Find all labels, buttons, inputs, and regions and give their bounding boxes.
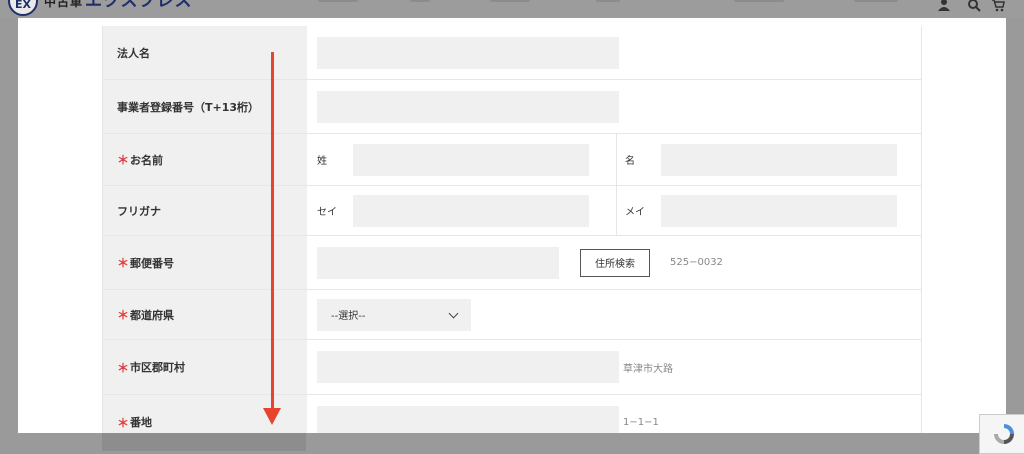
form-row-postal-code: ＊郵便番号 住所検索 525−0032 xyxy=(103,236,921,290)
first-name-kana-input[interactable] xyxy=(661,194,897,227)
last-name-kana-label: セイ xyxy=(317,207,337,218)
postal-code-input[interactable] xyxy=(317,246,559,279)
street-hint: 1−1−1 xyxy=(623,416,659,428)
required-mark: ＊ xyxy=(117,360,130,375)
first-name-kana-label: メイ xyxy=(625,207,645,218)
first-name-label: 名 xyxy=(625,156,635,167)
field-label: フリガナ xyxy=(103,186,307,235)
form-row-prefecture: ＊都道府県 --選択-- xyxy=(103,290,921,340)
logo[interactable]: 中古車 エクスプレス xyxy=(44,0,193,10)
company-name-input[interactable] xyxy=(317,36,619,69)
last-name-input[interactable] xyxy=(353,143,589,176)
column-divider xyxy=(616,186,617,235)
city-hint: 草津市大路 xyxy=(623,363,673,375)
nav-item[interactable] xyxy=(734,0,784,2)
nav-item[interactable] xyxy=(490,0,530,2)
prefecture-select-value: --選択-- xyxy=(331,311,366,322)
last-name-label: 姓 xyxy=(317,156,327,167)
last-name-kana-input[interactable] xyxy=(353,194,589,227)
postal-code-hint: 525−0032 xyxy=(670,257,723,268)
cart-icon[interactable] xyxy=(990,0,1006,13)
nav-item[interactable] xyxy=(854,0,898,2)
field-label: ＊お名前 xyxy=(103,134,307,185)
user-icon[interactable] xyxy=(936,0,952,13)
annotation-arrow-line xyxy=(271,52,274,410)
form-row-furigana: フリガナ セイ メイ xyxy=(103,186,921,236)
logo-prefix: 中古車 xyxy=(44,0,84,9)
chevron-down-icon xyxy=(448,308,459,318)
recaptcha-badge[interactable] xyxy=(979,414,1024,454)
form-row-registration-number: 事業者登録番号（T+13桁） xyxy=(103,80,921,134)
field-label: ＊郵便番号 xyxy=(103,236,307,289)
field-cell: 草津市大路 xyxy=(307,340,921,394)
field-label: 法人名 xyxy=(103,26,307,79)
nav-item[interactable] xyxy=(596,0,620,2)
required-mark: ＊ xyxy=(117,153,130,167)
form-row-name: ＊お名前 姓 名 xyxy=(103,134,921,186)
logo-mark[interactable]: EX xyxy=(8,0,38,16)
first-name-input[interactable] xyxy=(661,143,897,176)
field-cell xyxy=(307,80,921,133)
required-mark: ＊ xyxy=(117,308,130,322)
required-mark: ＊ xyxy=(117,256,130,270)
field-cell xyxy=(307,26,921,79)
annotation-arrow-head xyxy=(263,408,281,425)
required-mark: ＊ xyxy=(117,415,130,430)
field-cell: セイ メイ xyxy=(307,186,921,235)
field-cell: --選択-- xyxy=(307,290,921,339)
field-label: ＊市区郡町村 xyxy=(103,340,307,394)
label-column-overlay xyxy=(102,433,306,451)
nav-item[interactable] xyxy=(410,0,430,2)
column-divider xyxy=(616,134,617,185)
logo-mark-text: EX xyxy=(15,0,31,11)
main-panel: 法人名 事業者登録番号（T+13桁） ＊お名前 姓 名 フリガナ セイ メイ ＊… xyxy=(18,18,1006,449)
site-header: EX 中古車 エクスプレス xyxy=(0,0,1024,18)
nav-item[interactable] xyxy=(318,0,358,2)
search-icon[interactable] xyxy=(966,0,982,13)
field-cell: 住所検索 525−0032 xyxy=(307,236,921,289)
form-row-city: ＊市区郡町村 草津市大路 xyxy=(103,340,921,395)
recaptcha-icon xyxy=(994,424,1014,444)
field-label: 事業者登録番号（T+13桁） xyxy=(103,80,307,133)
city-input[interactable] xyxy=(317,351,619,383)
prefecture-select[interactable]: --選択-- xyxy=(317,298,471,331)
form-row-company: 法人名 xyxy=(103,26,921,80)
field-cell: 姓 名 xyxy=(307,134,921,185)
registration-form: 法人名 事業者登録番号（T+13桁） ＊お名前 姓 名 フリガナ セイ メイ ＊… xyxy=(102,26,922,449)
field-label: ＊都道府県 xyxy=(103,290,307,339)
logo-name: エクスプレス xyxy=(85,0,193,11)
registration-number-input[interactable] xyxy=(317,90,619,123)
address-search-button[interactable]: 住所検索 xyxy=(580,248,650,277)
